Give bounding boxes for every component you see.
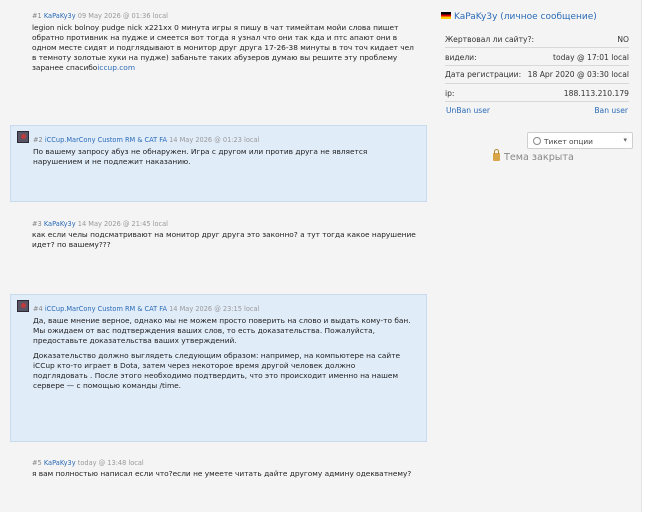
info-row-registered: Дата регистрации: 18 Apr 2020 @ 03:30 lo… <box>445 68 629 80</box>
post-line: идет? по вашему??? <box>32 240 111 249</box>
info-key: видели: <box>445 52 477 62</box>
thread-posts: #1 KaPaKy3y 09 May 2026 @ 01:36 local le… <box>0 0 435 512</box>
post-author-link[interactable]: iCCup.MarCony Custom RM & CAT FA <box>45 305 167 313</box>
info-value: 188.113.210.179 <box>563 88 629 98</box>
avatar <box>17 131 29 143</box>
post-header: #5 KaPaKy3y today @ 13:48 local <box>32 459 144 467</box>
post-line: заранее спасибоiccup.com <box>32 63 419 73</box>
post-paragraph: Да, ваше мнение верное, однако мы не мож… <box>33 316 418 346</box>
post-date: 09 May 2026 @ 01:36 local <box>77 12 169 20</box>
post-date: today @ 13:48 local <box>77 459 144 467</box>
post-line: Доказательство должно выглядеть следующи… <box>33 351 401 360</box>
post-line: iCCup кто-то играет в Dota, затем через … <box>33 361 356 370</box>
post-body: По вашему запросу абуз не обнаружен. Игр… <box>33 147 418 167</box>
topic-closed-status: Тема закрыта <box>493 149 574 163</box>
post-line: предоставьте доказательства ваших утверж… <box>33 336 237 345</box>
post-body: я вам полностью написал если что?если не… <box>32 469 419 479</box>
post-number: #1 <box>32 12 42 20</box>
post-line: обратно противник на пудже и смеется вот… <box>32 33 398 42</box>
divider <box>445 83 629 84</box>
info-key: Жертвовал ли сайту?: <box>445 34 535 44</box>
lock-icon <box>493 149 500 161</box>
divider <box>445 65 629 66</box>
ticket-options-select[interactable]: Тикет опции ▾ <box>527 132 633 149</box>
info-row-ip: ip: 188.113.210.179 <box>445 87 629 99</box>
info-row-donated: Жертвовал ли сайту?: NO <box>445 33 629 45</box>
user-sidebar: KaPaKy3y (личное сообщение) Жертвовал ли… <box>437 0 637 512</box>
post-number: #4 <box>33 305 43 313</box>
post-body: legion nick bolnoy pudge nick x221xx 0 м… <box>32 23 419 73</box>
avatar <box>17 300 29 312</box>
post-header: #1 KaPaKy3y 09 May 2026 @ 01:36 local <box>32 12 168 20</box>
post-1: #1 KaPaKy3y 09 May 2026 @ 01:36 local le… <box>10 10 427 90</box>
post-5: #5 KaPaKy3y today @ 13:48 local я вам по… <box>10 457 427 487</box>
post-2: #2 iCCup.MarCony Custom RM & CAT FA 14 M… <box>10 125 427 202</box>
post-header: #4 iCCup.MarCony Custom RM & CAT FA 14 M… <box>33 305 259 313</box>
post-line: я вам полностью написал если что?если не… <box>32 469 412 478</box>
scrollbar-track[interactable] <box>641 0 645 512</box>
info-value: today @ 17:01 local <box>552 52 629 62</box>
post-4: #4 iCCup.MarCony Custom RM & CAT FA 14 M… <box>10 294 427 442</box>
topic-closed-label: Тема закрыта <box>504 152 574 163</box>
post-line: Мы ожидаем от вас подтверждения ваших сл… <box>33 326 375 335</box>
post-author-link[interactable]: KaPaKy3y <box>44 220 76 228</box>
post-text: заранее спасибо <box>32 63 98 72</box>
post-number: #5 <box>32 459 42 467</box>
post-line: сервере — с помощью команды /time. <box>33 381 182 390</box>
info-key: ip: <box>445 88 455 98</box>
info-key: Дата регистрации: <box>445 69 522 79</box>
iccup-link[interactable]: iccup.com <box>97 63 135 72</box>
post-header: #3 KaPaKy3y 14 May 2026 @ 21:45 local <box>32 220 168 228</box>
info-row-seen: видели: today @ 17:01 local <box>445 51 629 63</box>
post-body: как если челы подсматривают на монитор д… <box>32 230 419 250</box>
divider <box>445 47 629 48</box>
post-line: По вашему запросу абуз не обнаружен. Игр… <box>33 147 368 156</box>
ban-user-link[interactable]: Ban user <box>594 106 628 115</box>
post-line: legion nick bolnoy pudge nick x221xx 0 м… <box>32 23 399 32</box>
private-message-link[interactable]: KaPaKy3y (личное сообщение) <box>454 12 597 22</box>
gear-icon <box>533 137 541 145</box>
user-title: KaPaKy3y (личное сообщение) <box>441 12 597 22</box>
info-value: 18 Apr 2020 @ 03:30 local <box>527 69 629 79</box>
unban-user-link[interactable]: UnBan user <box>446 106 490 115</box>
post-date: 14 May 2026 @ 21:45 local <box>77 220 169 228</box>
chevron-down-icon: ▾ <box>623 136 627 144</box>
post-line: в темноту золотые хуки на пудже) забаньт… <box>32 53 398 62</box>
post-author-link[interactable]: iCCup.MarCony Custom RM & CAT FA <box>45 136 167 144</box>
post-3: #3 KaPaKy3y 14 May 2026 @ 21:45 local ка… <box>10 218 427 258</box>
post-line: подглядовать . После этого необходимо по… <box>33 371 399 380</box>
post-body: Да, ваше мнение верное, однако мы не мож… <box>33 316 418 396</box>
post-line: как если челы подсматривают на монитор д… <box>32 230 416 239</box>
ticket-options-label: Тикет опции <box>544 137 593 146</box>
post-line: Да, ваше мнение верное, однако мы не мож… <box>33 316 411 325</box>
post-number: #2 <box>33 136 43 144</box>
post-line: нарушением и не подлежит наказанию. <box>33 157 191 166</box>
post-header: #2 iCCup.MarCony Custom RM & CAT FA 14 M… <box>33 136 259 144</box>
info-value: NO <box>617 34 629 44</box>
post-author-link[interactable]: KaPaKy3y <box>44 459 76 467</box>
germany-flag-icon <box>441 12 451 19</box>
post-date: 14 May 2026 @ 01:23 local <box>169 136 260 144</box>
post-author-link[interactable]: KaPaKy3y <box>44 12 76 20</box>
divider <box>445 101 629 102</box>
post-paragraph: Доказательство должно выглядеть следующи… <box>33 351 418 391</box>
post-date: 14 May 2026 @ 23:15 local <box>169 305 260 313</box>
post-number: #3 <box>32 220 42 228</box>
post-line: одном месте сидят и подглядывают в монит… <box>32 43 414 52</box>
